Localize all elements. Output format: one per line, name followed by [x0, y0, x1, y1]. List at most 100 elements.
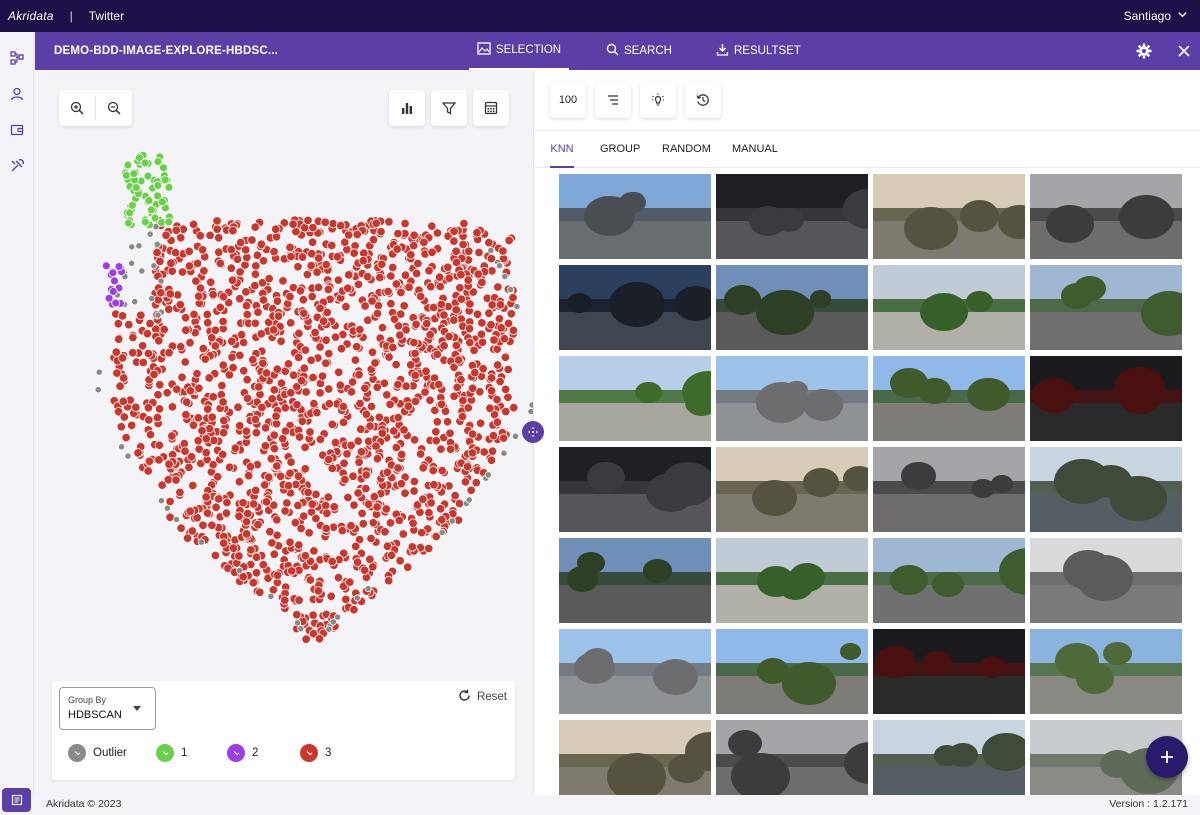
scatter-point[interactable] — [472, 228, 482, 238]
scatter-point[interactable] — [131, 402, 141, 413]
scatter-point[interactable] — [193, 291, 204, 302]
scatter-point[interactable] — [171, 225, 182, 236]
scatter-point[interactable] — [358, 255, 369, 266]
scatter-point[interactable] — [428, 465, 438, 476]
scatter-point[interactable] — [398, 529, 409, 539]
scatter-point[interactable] — [164, 348, 174, 358]
scatter-point[interactable] — [280, 506, 290, 516]
scatter-point[interactable] — [113, 318, 124, 329]
scatter-point[interactable] — [386, 271, 396, 281]
scatter-point[interactable] — [400, 270, 411, 280]
scatter-point[interactable] — [153, 181, 163, 190]
scatter-point[interactable] — [442, 417, 453, 427]
embedding-scatter-plot[interactable] — [35, 70, 533, 680]
scatter-point[interactable] — [185, 386, 196, 396]
scatter-point[interactable] — [499, 334, 510, 344]
scatter-point[interactable] — [208, 392, 218, 402]
scatter-point[interactable] — [180, 446, 190, 456]
scatter-point[interactable] — [478, 364, 488, 374]
scatter-point[interactable] — [321, 523, 331, 534]
scatter-point[interactable] — [404, 282, 414, 292]
scatter-point[interactable] — [400, 488, 410, 498]
image-thumbnail[interactable] — [716, 356, 868, 441]
scatter-point[interactable] — [243, 508, 253, 519]
scatter-point[interactable] — [366, 401, 377, 412]
scatter-point[interactable] — [411, 319, 421, 330]
scatter-point[interactable] — [462, 461, 473, 472]
scatter-point[interactable] — [332, 252, 343, 262]
scatter-point[interactable] — [487, 246, 495, 255]
scatter-point[interactable] — [338, 401, 349, 412]
scatter-point[interactable] — [164, 459, 174, 469]
scatter-point[interactable] — [277, 434, 288, 444]
scatter-point[interactable] — [325, 625, 333, 633]
scatter-point[interactable] — [165, 289, 176, 299]
scatter-point[interactable] — [329, 502, 339, 512]
scatter-point[interactable] — [376, 226, 386, 237]
scatter-point[interactable] — [343, 492, 353, 503]
scatter-point[interactable] — [142, 328, 153, 339]
scatter-point[interactable] — [445, 428, 455, 439]
scatter-point[interactable] — [424, 543, 434, 554]
scatter-point[interactable] — [235, 237, 246, 248]
scatter-point[interactable] — [424, 265, 434, 276]
scatter-point[interactable] — [293, 262, 303, 272]
image-thumbnail[interactable] — [559, 356, 711, 441]
scatter-point[interactable] — [111, 298, 121, 308]
scatter-point[interactable] — [342, 449, 352, 459]
scatter-point[interactable] — [234, 551, 244, 561]
scatter-point[interactable] — [380, 527, 390, 537]
scatter-point[interactable] — [344, 230, 354, 240]
scatter-point[interactable] — [467, 448, 478, 458]
scatter-point[interactable] — [188, 480, 198, 491]
scatter-point[interactable] — [487, 300, 497, 310]
scatter-point[interactable] — [218, 316, 228, 327]
scatter-point[interactable] — [456, 269, 466, 280]
scatter-point[interactable] — [460, 477, 471, 487]
scatter-point[interactable] — [261, 497, 272, 507]
image-thumbnail[interactable] — [716, 720, 868, 795]
scatter-point[interactable] — [388, 262, 398, 273]
scatter-point[interactable] — [409, 337, 419, 348]
scatter-point[interactable] — [286, 457, 296, 467]
scatter-point[interactable] — [280, 403, 291, 413]
scatter-point[interactable] — [393, 379, 403, 390]
scatter-point[interactable] — [309, 546, 319, 556]
scatter-point[interactable] — [182, 533, 193, 543]
scatter-point[interactable] — [415, 291, 426, 302]
scatter-point[interactable] — [285, 291, 295, 302]
scatter-point[interactable] — [243, 471, 254, 481]
scatter-point[interactable] — [372, 382, 382, 393]
scatter-point[interactable] — [276, 336, 286, 347]
scatter-point[interactable] — [255, 587, 265, 598]
scatter-point[interactable] — [459, 218, 469, 229]
scatter-point[interactable] — [275, 471, 286, 482]
scatter-point[interactable] — [475, 418, 486, 429]
scatter-point[interactable] — [383, 286, 393, 297]
scatter-point[interactable] — [293, 500, 303, 511]
scatter-point[interactable] — [308, 610, 318, 620]
scatter-point[interactable] — [218, 360, 228, 370]
scatter-point[interactable] — [234, 511, 244, 521]
scatter-point[interactable] — [399, 425, 409, 435]
tab-search[interactable]: SEARCH — [606, 32, 672, 70]
scatter-point[interactable] — [212, 216, 222, 226]
scatter-point[interactable] — [227, 275, 238, 286]
scatter-point[interactable] — [449, 391, 459, 402]
scatter-point[interactable] — [200, 354, 211, 364]
scatter-point[interactable] — [375, 272, 385, 283]
result-count-button[interactable]: 100 — [550, 82, 586, 118]
scatter-point[interactable] — [202, 317, 213, 328]
scatter-point[interactable] — [194, 383, 204, 393]
scatter-point[interactable] — [484, 471, 492, 479]
scatter-point[interactable] — [251, 428, 262, 438]
scatter-point[interactable] — [367, 296, 377, 306]
scatter-point[interactable] — [465, 496, 473, 504]
scatter-point[interactable] — [504, 235, 514, 246]
scatter-point[interactable] — [486, 386, 497, 396]
scatter-point[interactable] — [343, 283, 353, 294]
scatter-point[interactable] — [287, 566, 297, 576]
scatter-point[interactable] — [369, 492, 380, 502]
scatter-point[interactable] — [286, 388, 296, 398]
image-thumbnail[interactable] — [716, 447, 868, 532]
